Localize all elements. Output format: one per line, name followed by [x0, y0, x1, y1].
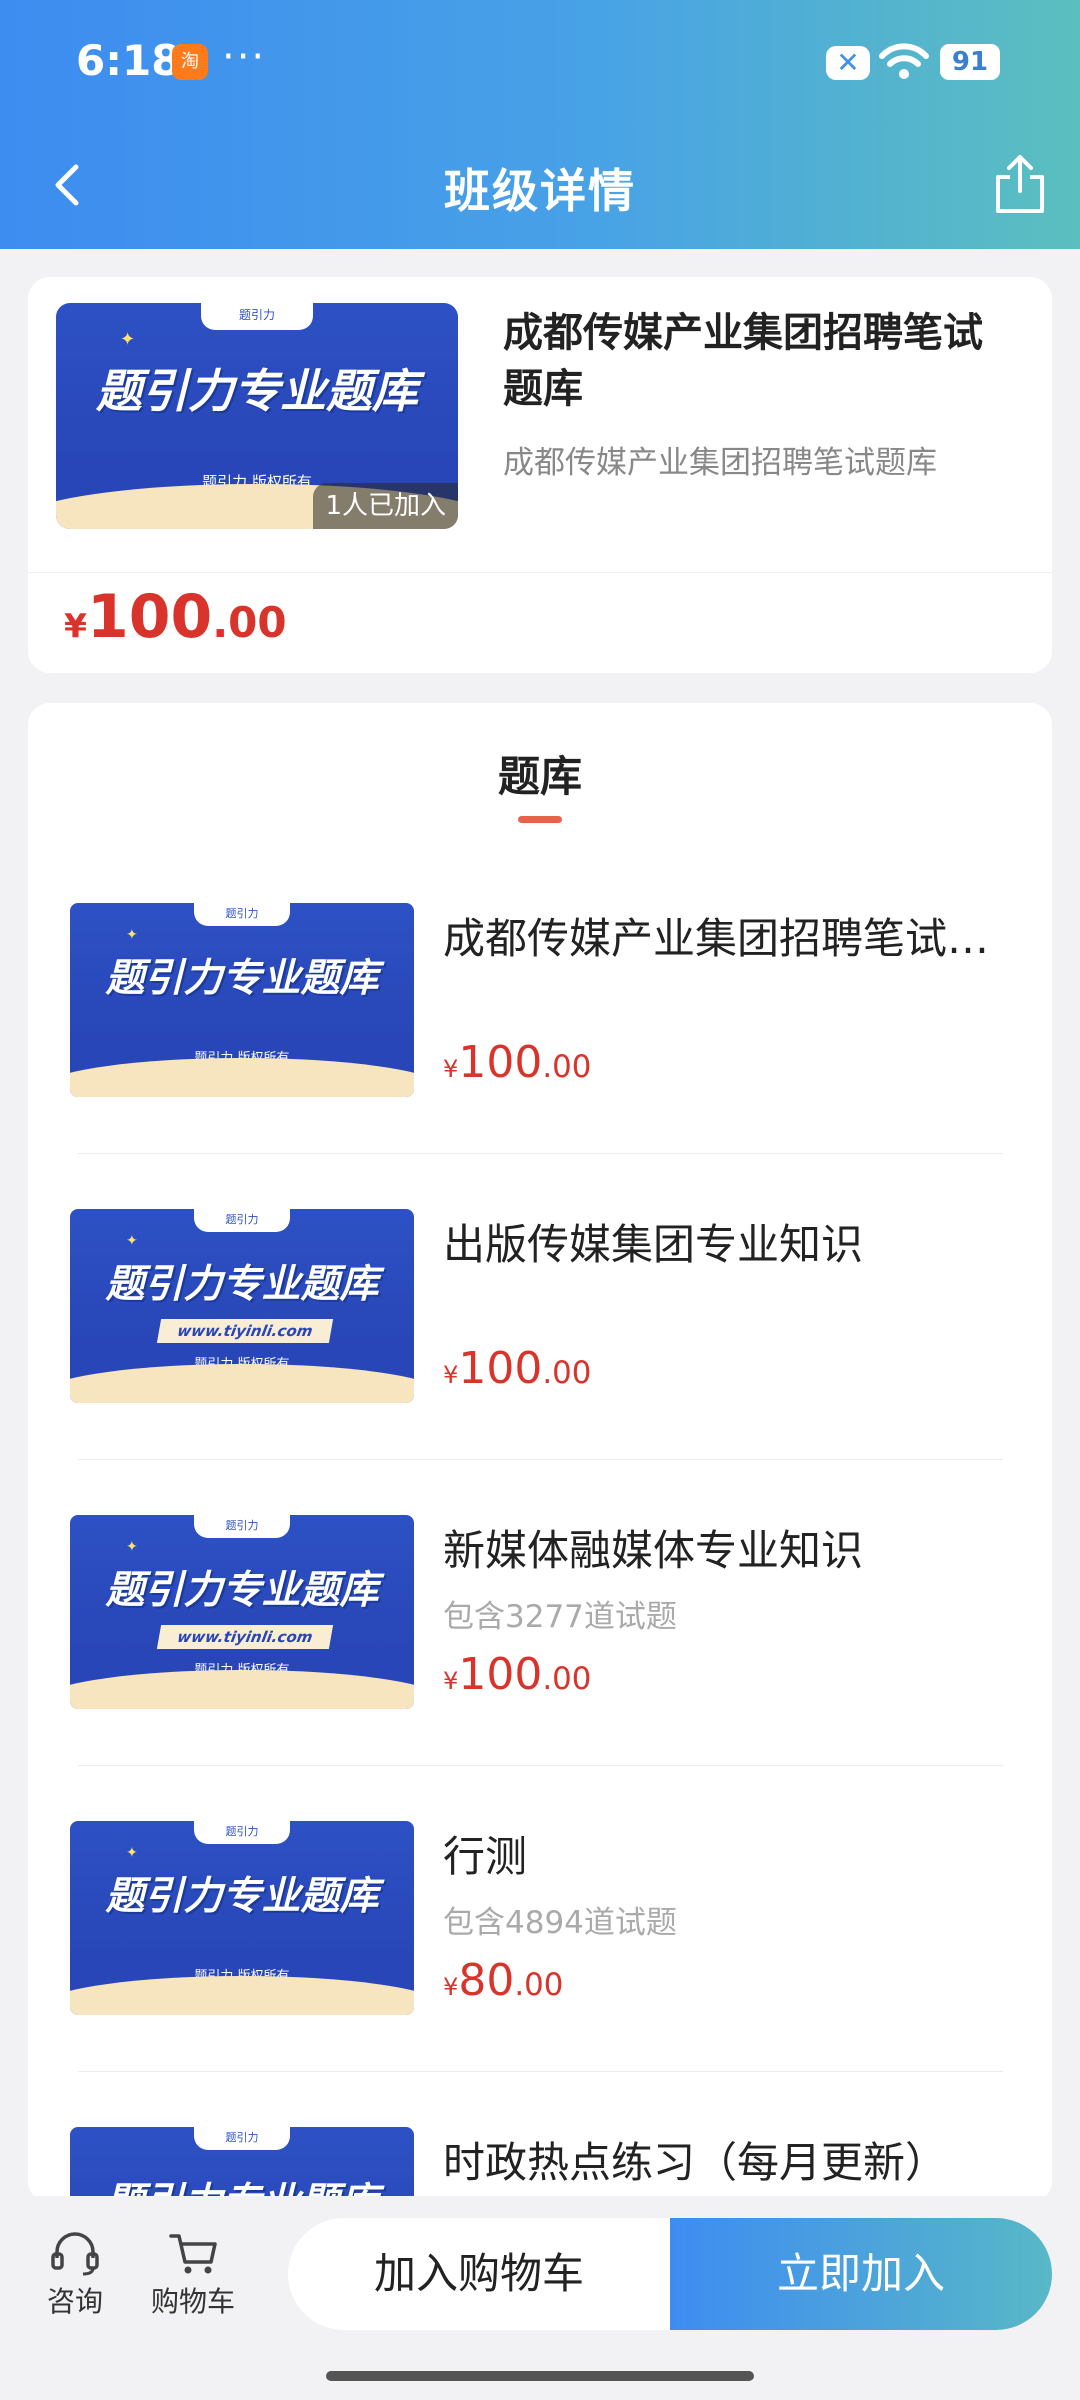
home-indicator[interactable] [326, 2371, 754, 2381]
cart-icon [169, 2234, 217, 2274]
cover-cap-logo: 题引力 [193, 1209, 291, 1233]
price-integer: 100 [458, 1037, 543, 1088]
item-name: 新媒体融媒体专业知识 [443, 1526, 864, 1575]
cover-wave [70, 1976, 414, 2015]
price-decimal: .00 [542, 1049, 592, 1085]
consult-button[interactable]: 咨询 [20, 2230, 130, 2320]
item-name: 成都传媒产业集团招聘笔试… [443, 914, 990, 963]
price-currency: ¥ [443, 1055, 459, 1083]
star-icon: ✦ [126, 927, 138, 943]
price-integer: 80 [458, 1955, 515, 2006]
cover-wave [70, 1058, 414, 1097]
joined-count: 1人已加入 [313, 483, 458, 529]
battery-icon: 91 [940, 44, 1000, 80]
price-currency: ¥ [64, 606, 87, 645]
question-bank-section: 题库 题引力 ✦ 题引力专业题库 题引力 版权所有 成都传媒产业集团招聘笔试… … [28, 703, 1052, 2203]
star-icon: ✦ [120, 329, 136, 350]
price-integer: 100 [458, 1343, 543, 1394]
class-name: 成都传媒产业集团招聘笔试题库 [503, 310, 983, 412]
cover-headline: 题引力专业题库 [105, 956, 379, 1001]
list-item[interactable]: 题引力 ✦ 题引力专业题库 题引力 版权所有 成都传媒产业集团招聘笔试… ¥10… [28, 903, 1052, 1209]
price-decimal: .00 [514, 1967, 564, 2003]
item-price: ¥100.00 [443, 1343, 591, 1394]
item-price: ¥100.00 [443, 1037, 591, 1088]
status-time: 6:18 [76, 36, 181, 85]
cover-headline: 题引力专业题库 [105, 1568, 379, 1613]
price-currency: ¥ [443, 1973, 459, 2001]
item-name: 时政热点练习（每月更新） [443, 2138, 948, 2187]
item-cover-image: 题引力 ✦ 题引力专业题库 www.tiyinli.com 题引力 版权所有 [70, 1209, 414, 1403]
item-name: 出版传媒集团专业知识 [443, 1220, 864, 1269]
add-to-cart-button[interactable]: 加入购物车 [288, 2218, 670, 2330]
tab-question-bank[interactable]: 题库 [28, 743, 1052, 804]
cover-wave [70, 1670, 414, 1709]
star-icon: ✦ [126, 1845, 138, 1861]
share-icon[interactable] [990, 151, 1050, 217]
page-title: 班级详情 [444, 164, 636, 218]
cover-headline: 题引力专业题库 [96, 364, 418, 418]
item-question-count: 包含3277道试题 [443, 1599, 677, 1635]
wifi-icon [878, 42, 930, 86]
divider [28, 572, 1052, 573]
star-icon: ✦ [126, 1539, 138, 1555]
cover-headline: 题引力专业题库 [105, 1874, 379, 1919]
cover-cap-logo: 题引力 [193, 1515, 291, 1539]
cart-button[interactable]: 购物车 [138, 2230, 248, 2320]
price-decimal: .00 [542, 1355, 592, 1391]
no-sim-icon: ✕ [826, 46, 870, 80]
more-notifications-icon: ··· [222, 34, 267, 80]
tab-underline [518, 816, 562, 823]
price-decimal: .00 [542, 1661, 592, 1697]
join-now-button[interactable]: 立即加入 [670, 2218, 1052, 2330]
cover-cap-logo: 题引力 [200, 303, 314, 331]
class-cover-image: 题引力 ✦ 题引力专业题库 题引力 版权所有 1人已加入 [56, 303, 458, 529]
list-item[interactable]: 题引力 ✦ 题引力专业题库 题引力 版权所有 行测 包含4894道试题 ¥80.… [28, 1821, 1052, 2127]
list-item[interactable]: 题引力 ✦ 题引力专业题库 www.tiyinli.com 题引力 版权所有 新… [28, 1515, 1052, 1821]
star-icon: ✦ [126, 1233, 138, 1249]
price-currency: ¥ [443, 1667, 459, 1695]
price-integer: 100 [86, 582, 213, 652]
item-cover-image: 题引力 ✦ 题引力专业题库 题引力 版权所有 [70, 903, 414, 1097]
price-integer: 100 [458, 1649, 543, 1700]
item-question-count: 包含4894道试题 [443, 1905, 677, 1941]
item-cover-image: 题引力 ✦ 题引力专业题库 www.tiyinli.com 题引力 版权所有 [70, 1515, 414, 1709]
top-header: 6:18 淘 ··· ✕ 91 班级详情 [0, 0, 1080, 249]
headset-icon [51, 2232, 99, 2276]
divider [78, 2071, 1003, 2072]
divider [78, 1459, 1003, 1460]
divider [78, 1765, 1003, 1766]
class-price: ¥100.00 [64, 582, 287, 652]
cart-label: 购物车 [150, 2285, 235, 2318]
taobao-notification-icon: 淘 [172, 44, 208, 80]
cover-cap-logo: 题引力 [193, 1821, 291, 1845]
divider [78, 1153, 1003, 1154]
item-cover-image: 题引力 题引力专业题库 [70, 2127, 414, 2203]
cover-cap-logo: 题引力 [193, 903, 291, 927]
class-description: 成都传媒产业集团招聘笔试题库 [503, 445, 937, 481]
item-price: ¥100.00 [443, 1649, 591, 1700]
cover-wave [70, 1364, 414, 1403]
price-currency: ¥ [443, 1361, 459, 1389]
item-price: ¥80.00 [443, 1955, 563, 2006]
bottom-action-bar: 咨询 购物车 加入购物车 立即加入 [0, 2196, 1080, 2356]
cover-cap-logo: 题引力 [193, 2127, 291, 2151]
cover-url: www.tiyinli.com [157, 1319, 334, 1343]
item-cover-image: 题引力 ✦ 题引力专业题库 题引力 版权所有 [70, 1821, 414, 2015]
cover-url: www.tiyinli.com [157, 1625, 334, 1649]
status-bar: 6:18 淘 ··· ✕ 91 [0, 0, 1080, 125]
item-name: 行测 [443, 1832, 528, 1881]
nav-bar: 班级详情 [0, 125, 1080, 249]
cover-headline: 题引力专业题库 [105, 1262, 379, 1307]
list-item[interactable]: 题引力 ✦ 题引力专业题库 www.tiyinli.com 题引力 版权所有 出… [28, 1209, 1052, 1515]
list-item[interactable]: 题引力 题引力专业题库 时政热点练习（每月更新） [28, 2127, 1052, 2203]
price-decimal: .00 [212, 598, 287, 647]
class-summary-card: 题引力 ✦ 题引力专业题库 题引力 版权所有 1人已加入 成都传媒产业集团招聘笔… [28, 277, 1052, 673]
consult-label: 咨询 [46, 2285, 103, 2318]
